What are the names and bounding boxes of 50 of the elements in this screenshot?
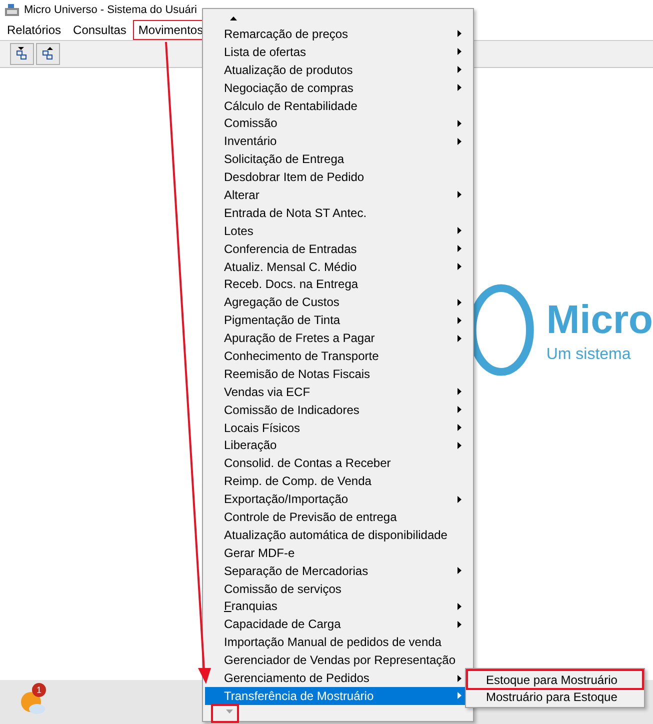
menu-item[interactable]: Reemisão de Notas Fiscais	[205, 364, 471, 383]
menu-item[interactable]: Solicitação de Entrega	[205, 150, 471, 168]
menu-item[interactable]: Comissão de Indicadores	[205, 400, 471, 419]
menu-item[interactable]: Comissão	[205, 114, 471, 132]
menu-item[interactable]: Gerar MDF-e	[205, 544, 471, 562]
menu-item[interactable]: Vendas via ECF	[205, 382, 471, 401]
menu-item[interactable]: Atualização de produtos	[205, 60, 471, 79]
scroll-down-icon	[226, 708, 233, 716]
logo-tagline: Um sistema	[546, 346, 632, 364]
move-up-icon	[42, 47, 54, 61]
weather-icon	[20, 691, 46, 717]
menu-item[interactable]: Inventário	[205, 132, 471, 150]
toolbar-button[interactable]	[10, 43, 34, 65]
menu-item[interactable]: Agregação de Custos	[205, 293, 471, 312]
toolbar-button[interactable]	[36, 43, 60, 65]
menu-item[interactable]: Lotes	[205, 222, 471, 240]
menu-item[interactable]: Conhecimento de Transporte	[205, 347, 471, 365]
submenu-item[interactable]: Estoque para Mostruário	[468, 671, 642, 688]
menu-item[interactable]: Negociação de compras	[205, 78, 471, 97]
window-title: Micro Universo - Sistema do Usuári	[24, 4, 197, 16]
move-down-icon	[16, 47, 28, 61]
menu-item[interactable]: Liberação	[205, 436, 471, 454]
menu-item[interactable]: Consolid. de Contas a Receber	[205, 454, 471, 472]
menu-item[interactable]: Exportação/Importação	[205, 490, 471, 508]
submenu-item[interactable]: Mostruário para Estoque	[468, 688, 642, 705]
menu-item[interactable]: Entrada de Nota ST Antec.	[205, 204, 471, 222]
menu-item[interactable]: Alterar	[205, 186, 471, 204]
menu-bar-item[interactable]: Consultas	[68, 20, 132, 40]
highlight-frame	[211, 704, 239, 723]
menu-item[interactable]: Controle de Previsão de entrega	[205, 508, 471, 526]
menu-item[interactable]: Desdobrar Item de Pedido	[205, 168, 471, 186]
menu-item[interactable]: Gerenciador de Vendas por Representação	[205, 651, 471, 670]
menu-item[interactable]: Conferencia de Entradas	[205, 240, 471, 258]
menu-item[interactable]: Comissão de serviços	[205, 580, 471, 598]
menu-bar-item[interactable]: Relatórios	[2, 20, 66, 40]
app-icon	[4, 3, 20, 17]
menu-item[interactable]: Reimp. de Comp. de Venda	[205, 472, 471, 490]
menu-item[interactable]: Locais Físicos	[205, 418, 471, 436]
notification-badge: 1	[32, 683, 46, 697]
menu-item[interactable]: Separação de Mercadorias	[205, 562, 471, 580]
menu-item[interactable]: Franquias	[205, 598, 471, 616]
logo-text: Micro	[546, 300, 653, 340]
menu-item[interactable]: Importação Manual de pedidos de venda	[205, 633, 471, 652]
menu-item[interactable]: Capacidade de Carga	[205, 615, 471, 634]
menu-item[interactable]: Atualiz. Mensal C. Médio	[205, 258, 471, 276]
menu-item[interactable]: Atualização automática de disponibilidade	[205, 526, 471, 544]
menu-item[interactable]: Apuração de Fretes a Pagar	[205, 329, 471, 348]
menu-item[interactable]: Receb. Docs. na Entrega	[205, 275, 471, 294]
menu-item[interactable]: Cálculo de Rentabilidade	[205, 96, 471, 114]
menu-item[interactable]: Pigmentação de Tinta	[205, 311, 471, 330]
